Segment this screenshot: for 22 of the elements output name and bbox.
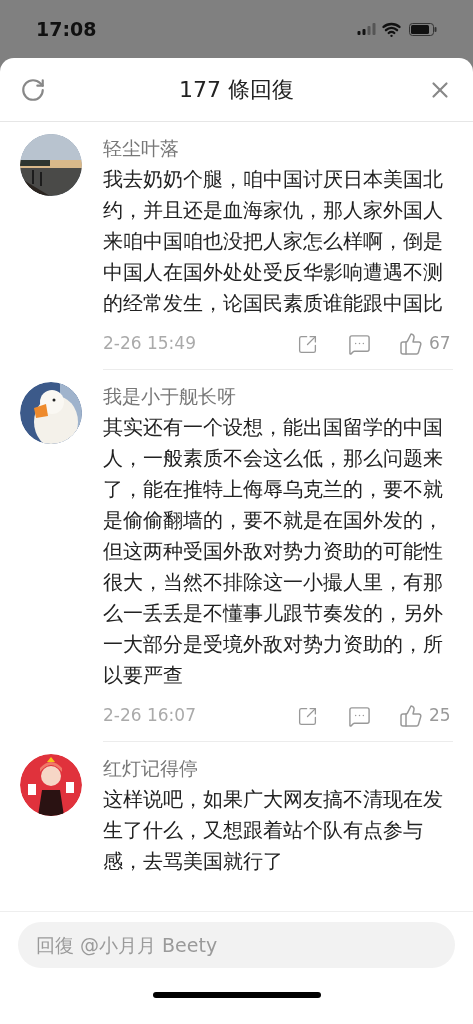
comment-author[interactable]: 我是小于舰长呀 (103, 383, 453, 411)
share-icon[interactable] (297, 705, 318, 727)
like-count: 67 (429, 332, 452, 356)
sheet-title: 177 條回復 (178, 76, 295, 104)
reply-field[interactable]: 回復 @小月月 Beety (18, 922, 455, 968)
status-time: 17:08 (36, 16, 98, 42)
signal-icon (357, 23, 376, 35)
comment-text: 这样说吧，如果广大网友搞不清现在发生了什么，又想跟着站个队有点参与感，去骂美国就行了 (103, 786, 443, 875)
share-icon[interactable] (297, 333, 318, 355)
reply-icon[interactable] (348, 332, 371, 356)
like-icon[interactable] (399, 704, 423, 728)
reply-icon[interactable] (348, 704, 371, 728)
comment-author[interactable]: 轻尘叶落 (103, 135, 453, 163)
refresh-button[interactable] (20, 76, 46, 103)
comment-author[interactable]: 红灯记得停 (103, 755, 453, 783)
comment-text: 其实还有一个设想，能出国留学的中国人，一般素质不会这么低，那么问题来了，能在推特上侮辱乌克兰的，要不就是偷偷翻墙的，要不就是在国外发的，但这两种受国外敌对势力资助的可能性很大，当然不排除这一小撮人里，有那么一丢丢是不懂事儿跟节奏发的，另外一大部分是受境外敌对势力资助的，所以要严查 (103, 414, 443, 689)
like-count: 25 (429, 704, 452, 728)
comment-text: 我去奶奶个腿，咱中国讨厌日本美国北约，并且还是血海家仇，那人家外国人来咱中国咱也没把人家怎么样啊，倒是中国人在国外处处受反华影响遭遇不测的经常发生，论国民素质谁能跟中国比 (103, 166, 443, 317)
battery-icon (409, 22, 437, 36)
comment-time: 2-26 15:49 (103, 332, 197, 356)
like-icon[interactable] (399, 332, 423, 356)
comment-time: 2-26 16:07 (103, 704, 197, 728)
